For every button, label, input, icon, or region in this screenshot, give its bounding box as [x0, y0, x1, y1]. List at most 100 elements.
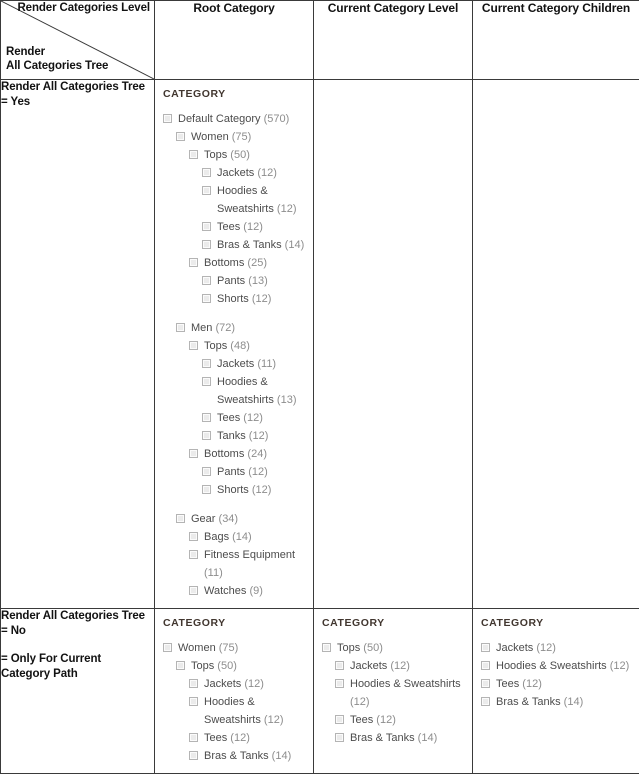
checkbox-icon[interactable]	[481, 661, 490, 670]
category-node[interactable]: Bags (14)	[189, 528, 307, 546]
category-node[interactable]: Pants (13)	[202, 272, 307, 290]
category-tree-item[interactable]: Women (75)	[163, 128, 307, 146]
category-tree-item[interactable]: Hoodies & Sweatshirts (12)	[322, 675, 466, 711]
category-tree-item[interactable]: Hoodies & Sweatshirts (12)	[481, 657, 633, 675]
category-node[interactable]: Hoodies & Sweatshirts (13)	[202, 373, 307, 409]
category-tree-item[interactable]: Pants (12)	[163, 463, 307, 481]
checkbox-icon[interactable]	[202, 294, 211, 303]
checkbox-icon[interactable]	[335, 715, 344, 724]
checkbox-icon[interactable]	[335, 679, 344, 688]
checkbox-icon[interactable]	[202, 186, 211, 195]
category-node[interactable]: Tees (12)	[189, 729, 307, 747]
category-tree-item[interactable]: Jackets (12)	[322, 657, 466, 675]
category-tree-item[interactable]: Women (75)	[163, 639, 307, 657]
category-node[interactable]: Shorts (12)	[202, 290, 307, 308]
checkbox-icon[interactable]	[481, 697, 490, 706]
checkbox-icon[interactable]	[202, 276, 211, 285]
category-node[interactable]: Bottoms (24)	[189, 445, 307, 463]
category-node[interactable]: Default Category (570)	[163, 110, 307, 128]
checkbox-icon[interactable]	[189, 150, 198, 159]
checkbox-icon[interactable]	[335, 733, 344, 742]
category-node[interactable]: Hoodies & Sweatshirts (12)	[335, 675, 466, 711]
checkbox-icon[interactable]	[189, 550, 198, 559]
category-tree-item[interactable]: Hoodies & Sweatshirts (12)	[163, 182, 307, 218]
checkbox-icon[interactable]	[189, 341, 198, 350]
checkbox-icon[interactable]	[189, 449, 198, 458]
category-tree-item[interactable]: Jackets (12)	[481, 639, 633, 657]
category-tree-item[interactable]: Men (72)	[163, 319, 307, 337]
category-tree-item[interactable]: Pants (13)	[163, 272, 307, 290]
category-tree-item[interactable]: Default Category (570)	[163, 110, 307, 128]
category-node[interactable]: Tops (48)	[189, 337, 307, 355]
category-node[interactable]: Tops (50)	[322, 639, 466, 657]
category-tree-item[interactable]: Bras & Tanks (14)	[163, 236, 307, 254]
category-node[interactable]: Tops (50)	[189, 146, 307, 164]
category-node[interactable]: Jackets (11)	[202, 355, 307, 373]
category-tree-item[interactable]: Tees (12)	[163, 218, 307, 236]
category-node[interactable]: Bras & Tanks (14)	[481, 693, 633, 711]
category-node[interactable]: Bottoms (25)	[189, 254, 307, 272]
category-node[interactable]: Men (72)	[176, 319, 307, 337]
category-tree-item[interactable]: Tops (50)	[163, 657, 307, 675]
category-tree-item[interactable]: Fitness Equipment (11)	[163, 546, 307, 582]
category-node[interactable]: Hoodies & Sweatshirts (12)	[481, 657, 633, 675]
category-node[interactable]: Tanks (12)	[202, 427, 307, 445]
category-tree-item[interactable]: Bottoms (24)	[163, 445, 307, 463]
category-tree-item[interactable]: Tops (50)	[163, 146, 307, 164]
category-tree-item[interactable]: Jackets (12)	[163, 164, 307, 182]
category-node[interactable]: Tees (12)	[202, 218, 307, 236]
category-node[interactable]: Tees (12)	[335, 711, 466, 729]
checkbox-icon[interactable]	[189, 532, 198, 541]
checkbox-icon[interactable]	[202, 377, 211, 386]
category-tree-item[interactable]: Tees (12)	[163, 409, 307, 427]
category-node[interactable]: Hoodies & Sweatshirts (12)	[189, 693, 307, 729]
checkbox-icon[interactable]	[189, 751, 198, 760]
category-tree-item[interactable]: Tops (48)	[163, 337, 307, 355]
category-node[interactable]: Pants (12)	[202, 463, 307, 481]
checkbox-icon[interactable]	[202, 467, 211, 476]
checkbox-icon[interactable]	[189, 258, 198, 267]
checkbox-icon[interactable]	[163, 643, 172, 652]
category-tree-item[interactable]: Shorts (12)	[163, 290, 307, 308]
checkbox-icon[interactable]	[176, 132, 185, 141]
category-tree-item[interactable]: Shorts (12)	[163, 481, 307, 499]
category-node[interactable]: Shorts (12)	[202, 481, 307, 499]
checkbox-icon[interactable]	[189, 586, 198, 595]
category-tree-item[interactable]: Tees (12)	[163, 729, 307, 747]
category-tree-item[interactable]: Tees (12)	[481, 675, 633, 693]
checkbox-icon[interactable]	[202, 431, 211, 440]
checkbox-icon[interactable]	[189, 679, 198, 688]
category-node[interactable]: Jackets (12)	[481, 639, 633, 657]
category-node[interactable]: Gear (34)	[176, 510, 307, 528]
category-tree-item[interactable]: Bags (14)	[163, 528, 307, 546]
checkbox-icon[interactable]	[176, 661, 185, 670]
category-node[interactable]: Tops (50)	[176, 657, 307, 675]
category-node[interactable]: Hoodies & Sweatshirts (12)	[202, 182, 307, 218]
category-node[interactable]: Women (75)	[176, 128, 307, 146]
category-node[interactable]: Jackets (12)	[189, 675, 307, 693]
category-node[interactable]: Tees (12)	[202, 409, 307, 427]
checkbox-icon[interactable]	[202, 240, 211, 249]
checkbox-icon[interactable]	[335, 661, 344, 670]
checkbox-icon[interactable]	[481, 679, 490, 688]
category-node[interactable]: Fitness Equipment (11)	[189, 546, 307, 582]
checkbox-icon[interactable]	[481, 643, 490, 652]
category-tree-item[interactable]: Tanks (12)	[163, 427, 307, 445]
checkbox-icon[interactable]	[322, 643, 331, 652]
category-node[interactable]: Jackets (12)	[335, 657, 466, 675]
category-node[interactable]: Jackets (12)	[202, 164, 307, 182]
category-tree-item[interactable]: Gear (34)	[163, 510, 307, 528]
category-tree-item[interactable]: Jackets (12)	[163, 675, 307, 693]
category-node[interactable]: Tees (12)	[481, 675, 633, 693]
checkbox-icon[interactable]	[202, 168, 211, 177]
checkbox-icon[interactable]	[189, 733, 198, 742]
checkbox-icon[interactable]	[202, 222, 211, 231]
checkbox-icon[interactable]	[202, 485, 211, 494]
category-tree-item[interactable]: Bras & Tanks (14)	[322, 729, 466, 747]
category-tree-item[interactable]: Tees (12)	[322, 711, 466, 729]
category-node[interactable]: Women (75)	[163, 639, 307, 657]
category-tree-item[interactable]: Hoodies & Sweatshirts (12)	[163, 693, 307, 729]
category-tree-item[interactable]: Bottoms (25)	[163, 254, 307, 272]
category-tree-item[interactable]: Hoodies & Sweatshirts (13)	[163, 373, 307, 409]
category-tree-item[interactable]: Bras & Tanks (14)	[481, 693, 633, 711]
